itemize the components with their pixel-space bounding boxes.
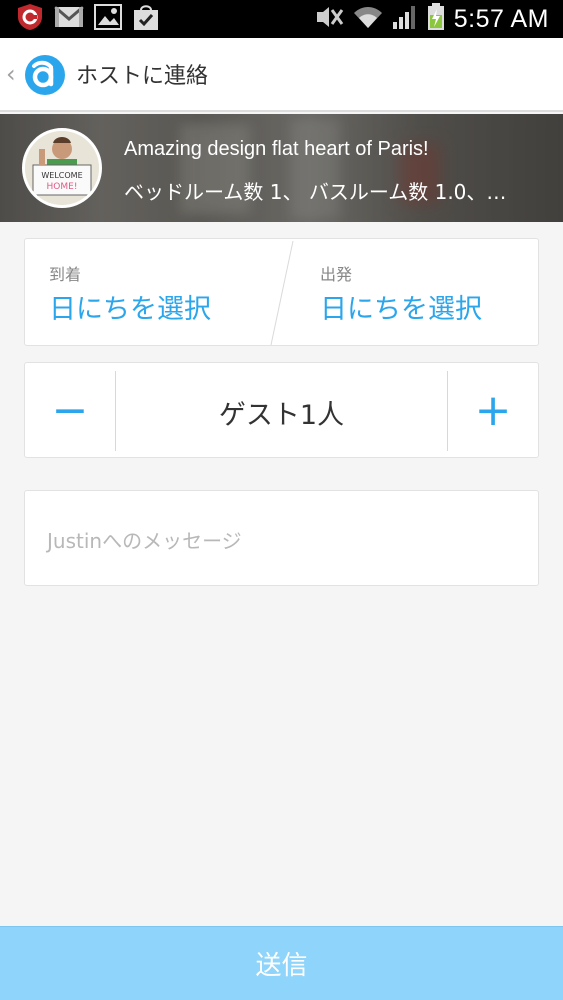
message-input[interactable]	[25, 491, 538, 585]
arrival-value[interactable]: 日にちを選択	[49, 287, 211, 326]
message-field	[24, 490, 539, 586]
gallery-icon	[94, 4, 122, 34]
increase-guests-button[interactable]: +	[448, 363, 538, 457]
page-title: ホストに連絡	[76, 64, 209, 89]
wifi-icon	[353, 4, 383, 34]
action-bar: ‹ ホストに連絡	[0, 38, 563, 112]
arrival-label: 到着	[49, 265, 82, 284]
signal-icon	[392, 4, 418, 34]
gmail-icon	[54, 5, 84, 33]
status-time: 5:57 AM	[453, 4, 549, 33]
chevron-left-icon[interactable]: ‹	[6, 60, 16, 88]
listing-banner[interactable]: WELCOME HOME! Amazing design flat heart …	[0, 114, 563, 222]
departure-label: 出発	[320, 265, 353, 284]
avatar[interactable]: WELCOME HOME!	[22, 128, 102, 208]
guest-count: ゲスト1人	[218, 400, 345, 431]
decrease-guests-button[interactable]: −	[25, 363, 115, 457]
status-right-icons: 5:57 AM	[314, 3, 549, 35]
departure-value[interactable]: 日にちを選択	[320, 287, 482, 326]
guest-stepper: − ゲスト1人 +	[24, 362, 539, 458]
send-button[interactable]: 送信	[0, 926, 563, 1000]
airbnb-logo[interactable]	[24, 54, 66, 96]
listing-title: Amazing design flat heart of Paris!	[124, 138, 429, 160]
shield-app-icon	[16, 3, 44, 35]
status-left-icons	[16, 3, 160, 35]
svg-text:WELCOME: WELCOME	[41, 171, 82, 180]
shopping-bag-icon	[132, 3, 160, 35]
status-bar: 5:57 AM	[0, 0, 563, 38]
listing-subtitle: ベッドルーム数 1、 バスルーム数 1.0、…	[124, 180, 507, 204]
battery-charging-icon	[427, 3, 445, 35]
date-selector: 到着 日にちを選択 出発 日にちを選択	[24, 238, 539, 346]
silent-mode-icon	[314, 4, 344, 34]
svg-text:HOME!: HOME!	[47, 182, 78, 192]
